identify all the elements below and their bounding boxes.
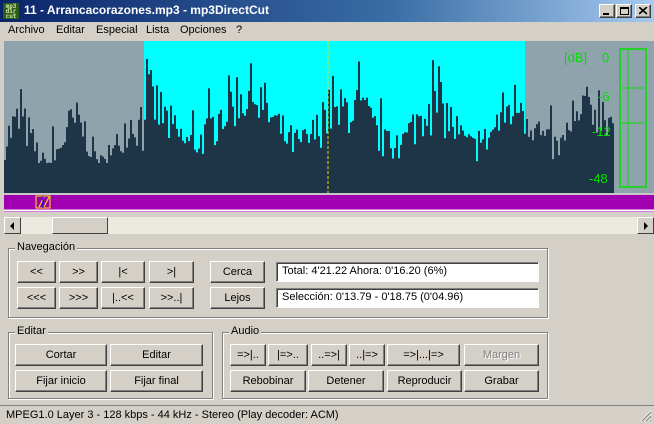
- editar-button[interactable]: Editar: [110, 344, 203, 366]
- arrow-left-icon: [10, 222, 14, 230]
- close-button[interactable]: [635, 4, 651, 18]
- horizontal-scrollbar[interactable]: [4, 217, 654, 234]
- nav-fast-rewind-button[interactable]: <<<: [17, 287, 56, 309]
- close-icon: [639, 7, 648, 15]
- menu-bar: Archivo Editar Especial Lista Opciones ?: [0, 22, 654, 40]
- navegacion-label: Navegación: [15, 241, 78, 253]
- maximize-icon: [620, 7, 629, 15]
- menu-help[interactable]: ?: [236, 24, 242, 36]
- fijar-final-button[interactable]: Fijar final: [110, 370, 203, 392]
- play-from-cursor-button[interactable]: =>|..: [230, 344, 266, 366]
- play-to-cursor-button[interactable]: ..=>|: [311, 344, 347, 366]
- play-around-cut-button[interactable]: =>|...|=>: [387, 344, 460, 366]
- title-bar: mp3 dir cut 11 - Arrancacorazones.mp3 - mp…: [0, 0, 654, 22]
- window-title: 11 - Arrancacorazones.mp3 - mp3DirectCut: [24, 3, 269, 17]
- meter-level-12: -12: [592, 124, 611, 139]
- waveform-view[interactable]: [dB] 0 -6 -12 -48: [4, 41, 654, 193]
- resize-grip-icon[interactable]: [640, 410, 652, 422]
- app-icon: mp3 dir cut: [3, 3, 19, 19]
- menu-archivo[interactable]: Archivo: [8, 24, 45, 36]
- status-bar: MPEG1.0 Layer 3 - 128 kbps - 44 kHz - St…: [0, 405, 654, 424]
- nav-forward-button[interactable]: >>: [59, 261, 98, 283]
- menu-especial[interactable]: Especial: [96, 24, 138, 36]
- fijar-inicio-button[interactable]: Fijar inicio: [15, 370, 107, 392]
- nav-to-start-button[interactable]: |..<<: [101, 287, 145, 309]
- play-from-start-button[interactable]: |=>..: [268, 344, 308, 366]
- scroll-right-button[interactable]: [637, 217, 654, 234]
- meter-level-0: 0: [602, 50, 609, 65]
- meter-db-label: [dB]: [564, 50, 587, 65]
- lejos-button[interactable]: Lejos: [210, 287, 265, 309]
- cortar-button[interactable]: Cortar: [15, 344, 107, 366]
- nav-fast-forward-button[interactable]: >>>: [59, 287, 98, 309]
- rebobinar-button[interactable]: Rebobinar: [230, 370, 306, 392]
- selection-info-field: Selección: 0'13.79 - 0'18.75 (0'04.96): [276, 288, 539, 308]
- detener-button[interactable]: Detener: [308, 370, 384, 392]
- grabar-button[interactable]: Grabar: [464, 370, 539, 392]
- meter-level-6: -6: [598, 89, 610, 104]
- menu-editar[interactable]: Editar: [56, 24, 85, 36]
- cerca-button[interactable]: Cerca: [210, 261, 265, 283]
- minimize-button[interactable]: [599, 4, 615, 18]
- nav-rewind-button[interactable]: <<: [17, 261, 56, 283]
- meter-level-48: -48: [589, 171, 608, 186]
- nav-to-end-button[interactable]: >>..|: [149, 287, 194, 309]
- scroll-left-button[interactable]: [4, 217, 21, 234]
- reproducir-button[interactable]: Reproducir: [387, 370, 462, 392]
- minimize-icon: [603, 13, 609, 15]
- margen-button[interactable]: Margen: [464, 344, 539, 366]
- play-after-end-button[interactable]: ..|=>: [349, 344, 385, 366]
- status-text: MPEG1.0 Layer 3 - 128 kbps - 44 kHz - St…: [6, 409, 339, 421]
- audio-label: Audio: [229, 325, 262, 337]
- nav-next-button[interactable]: >|: [149, 261, 194, 283]
- timeline-bar[interactable]: [4, 193, 654, 212]
- position-info-field: Total: 4'21.22 Ahora: 0'16.20 (6%): [276, 262, 539, 282]
- nav-prev-button[interactable]: |<: [101, 261, 145, 283]
- menu-opciones[interactable]: Opciones: [180, 24, 226, 36]
- scrollbar-thumb[interactable]: [52, 217, 108, 234]
- menu-lista[interactable]: Lista: [146, 24, 169, 36]
- arrow-right-icon: [644, 222, 648, 230]
- editar-label: Editar: [15, 325, 48, 337]
- maximize-button[interactable]: [616, 4, 632, 18]
